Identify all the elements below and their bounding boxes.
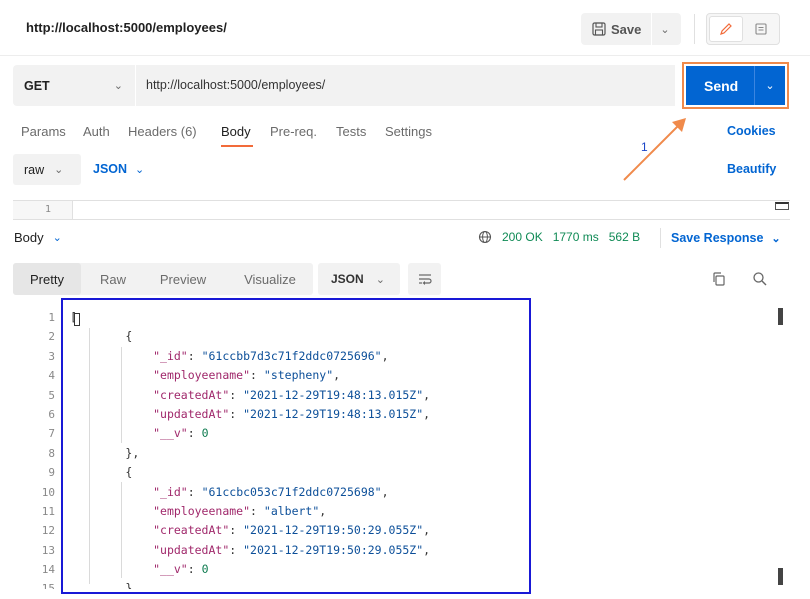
- response-body-label: Body: [14, 230, 44, 245]
- method-label: GET: [24, 78, 50, 93]
- tab-raw[interactable]: Raw: [91, 263, 135, 295]
- url-bar: GET ⌄ http://localhost:5000/employees/: [13, 65, 675, 106]
- response-format-select[interactable]: JSON ⌄: [318, 263, 400, 295]
- response-scrollbar-bottom[interactable]: [778, 568, 783, 585]
- search-icon[interactable]: [751, 270, 769, 288]
- globe-icon[interactable]: [478, 230, 492, 244]
- line-number: 9: [48, 466, 55, 480]
- send-button[interactable]: Send ⌄: [686, 66, 785, 105]
- document-icon: [755, 23, 767, 35]
- line-number: 15: [41, 582, 55, 590]
- line-number: 1: [45, 204, 52, 215]
- line-number: 10: [41, 485, 55, 499]
- chevron-down-icon: ⌄: [113, 80, 123, 92]
- tab-visualize[interactable]: Visualize: [231, 263, 309, 295]
- tab-preview[interactable]: Preview: [148, 263, 218, 295]
- line-number: 7: [48, 427, 55, 441]
- line-number: 12: [41, 524, 55, 538]
- response-size[interactable]: 562 B: [609, 230, 640, 244]
- request-body-editor[interactable]: 1: [13, 200, 790, 220]
- chevron-down-icon: ⌄: [52, 232, 62, 244]
- body-format-select[interactable]: JSON ⌄: [93, 162, 144, 176]
- chevron-down-icon: ⌄: [375, 273, 385, 286]
- tab-pretty[interactable]: Pretty: [13, 263, 81, 295]
- divider: [660, 228, 661, 248]
- send-label: Send: [704, 77, 739, 94]
- status-code[interactable]: 200 OK: [502, 230, 543, 244]
- response-gutter: 1 2 3 4 5 6 7 8 9 10 11 12 13 14 15: [25, 308, 55, 589]
- line-number: 13: [41, 543, 55, 557]
- response-body-select[interactable]: Body ⌄: [14, 230, 62, 245]
- save-icon: [592, 22, 606, 36]
- request-titlebar: http://localhost:5000/employees/ Save ⌄: [0, 0, 810, 56]
- active-tab-indicator: [221, 145, 253, 147]
- body-mode-label: raw: [24, 162, 45, 177]
- chevron-down-icon: ⌄: [54, 164, 64, 176]
- documentation-button[interactable]: [745, 16, 777, 42]
- line-number: 3: [48, 349, 55, 363]
- line-number: 6: [48, 407, 55, 421]
- tab-headers[interactable]: Headers (6): [128, 124, 197, 139]
- cookies-link[interactable]: Cookies: [727, 124, 776, 138]
- response-status: 200 OK 1770 ms 562 B: [478, 230, 640, 244]
- response-highlight-box: [61, 298, 531, 594]
- wrap-lines-button[interactable]: [408, 263, 441, 295]
- pencil-icon: [720, 23, 732, 35]
- body-format-label: JSON: [93, 162, 128, 176]
- tab-tests[interactable]: Tests: [336, 124, 366, 139]
- beautify-link[interactable]: Beautify: [727, 162, 776, 176]
- editor-gutter: 1: [13, 201, 73, 219]
- tab-pre-request[interactable]: Pre-req.: [270, 124, 317, 139]
- tab-params[interactable]: Params: [21, 124, 66, 139]
- copy-icon[interactable]: [710, 270, 728, 288]
- line-number: 1: [48, 311, 55, 324]
- tab-body[interactable]: Body: [221, 124, 251, 139]
- annotation-arrow-icon: [623, 118, 686, 181]
- save-button[interactable]: Save ⌄: [581, 13, 681, 45]
- response-scrollbar[interactable]: [778, 308, 783, 325]
- response-format-label: JSON: [331, 272, 364, 286]
- save-response-label: Save Response: [671, 231, 764, 245]
- editor-scrollbar[interactable]: [775, 202, 789, 210]
- edit-button[interactable]: [709, 16, 743, 42]
- request-title[interactable]: http://localhost:5000/employees/: [26, 20, 227, 35]
- chevron-down-icon: ⌄: [771, 232, 781, 245]
- save-label: Save: [611, 21, 642, 37]
- response-time[interactable]: 1770 ms: [553, 230, 599, 244]
- save-response-button[interactable]: Save Response ⌄: [671, 231, 781, 245]
- url-input[interactable]: http://localhost:5000/employees/: [146, 78, 325, 92]
- line-number: 5: [48, 388, 55, 402]
- chevron-down-icon: ⌄: [135, 163, 145, 176]
- chevron-down-icon[interactable]: ⌄: [755, 79, 785, 92]
- response-view-tabs: Pretty Raw Preview Visualize: [13, 263, 313, 295]
- wrap-lines-icon: [418, 274, 432, 285]
- chevron-down-icon[interactable]: ⌄: [660, 23, 669, 36]
- annotation-number: 1: [641, 140, 648, 154]
- divider: [694, 14, 695, 44]
- line-number: 14: [41, 563, 55, 577]
- method-select[interactable]: GET ⌄: [13, 65, 136, 106]
- tab-auth[interactable]: Auth: [83, 124, 110, 139]
- tab-settings[interactable]: Settings: [385, 124, 432, 139]
- line-number: 2: [48, 330, 55, 344]
- line-number: 8: [48, 446, 55, 460]
- line-number: 11: [41, 504, 55, 518]
- body-mode-select[interactable]: raw ⌄: [13, 154, 81, 185]
- line-number: 4: [48, 369, 55, 383]
- view-toggle-group: [706, 13, 780, 45]
- send-highlight: Send ⌄: [682, 62, 789, 109]
